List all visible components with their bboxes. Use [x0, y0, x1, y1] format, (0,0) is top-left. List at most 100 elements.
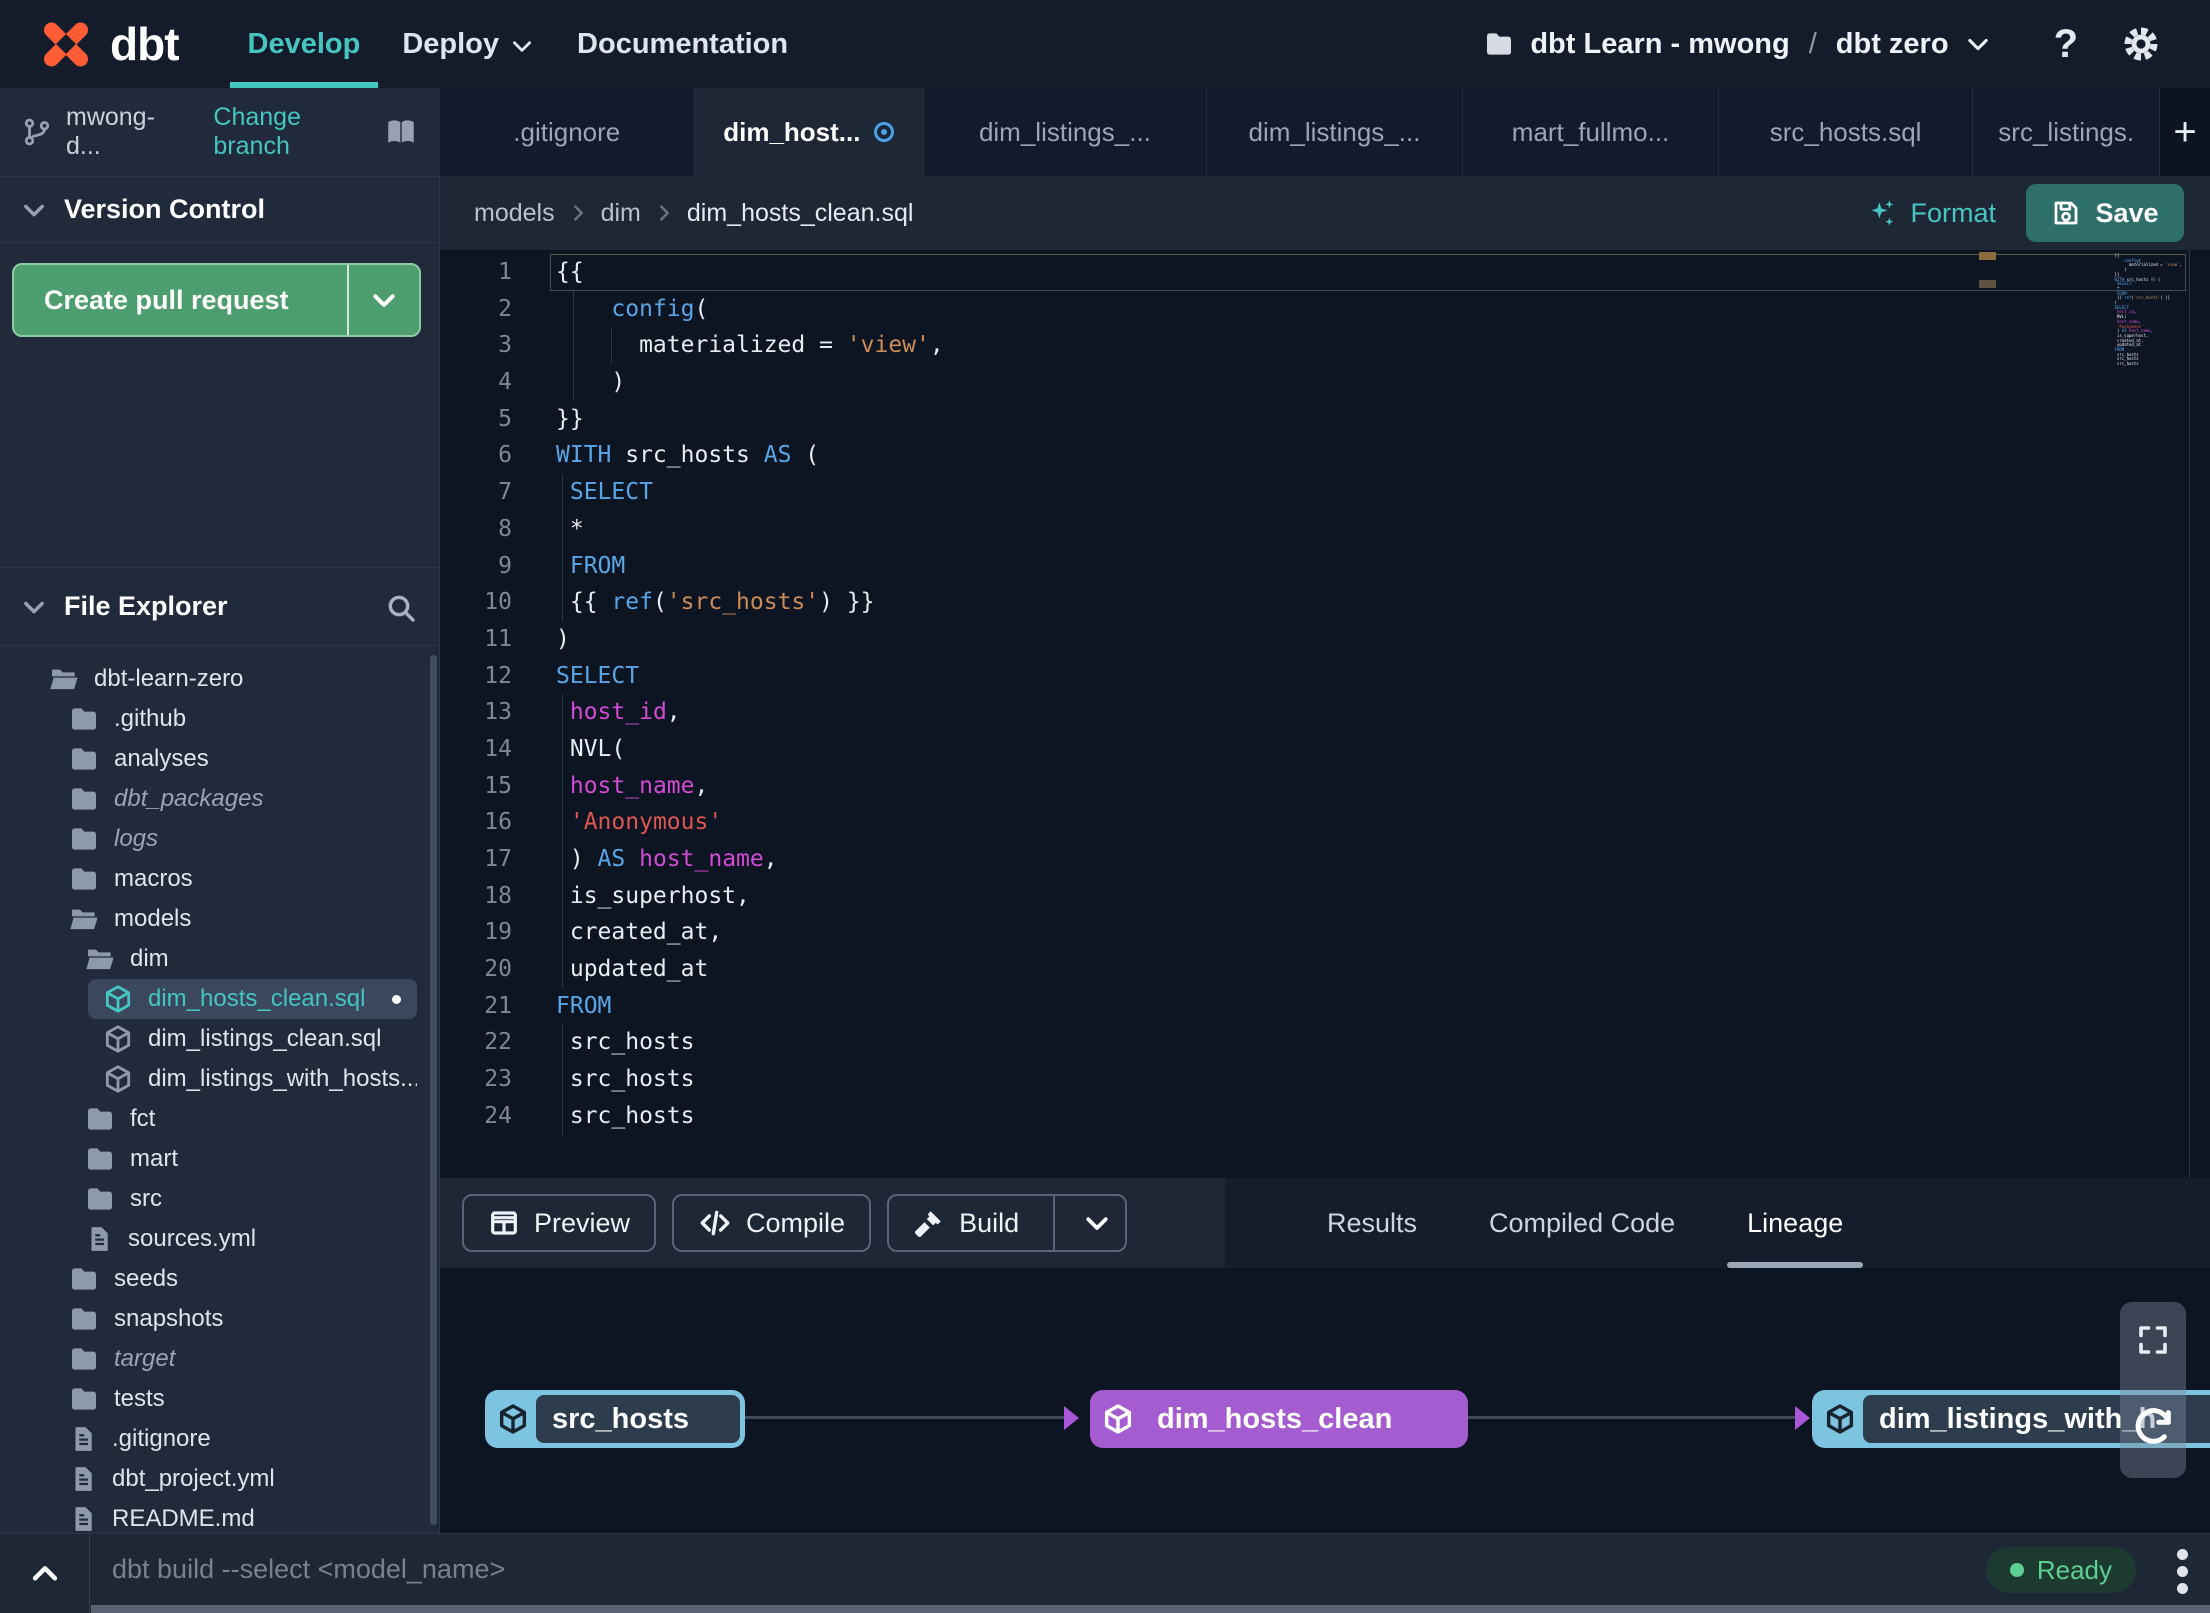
create-pull-request-label: Create pull request [44, 284, 289, 315]
code-line-8: 8 * [440, 510, 2210, 548]
folder-open-icon [48, 663, 80, 695]
format-label: Format [1910, 197, 1996, 228]
tree-item-readme-md[interactable]: README.md [0, 1499, 439, 1533]
horizontal-scrollbar[interactable] [91, 1605, 2210, 1613]
lineage-canvas[interactable]: src_hosts dim_hosts_clean dim_listings_wit… [440, 1268, 2210, 1533]
tree-item-dbt-project-yml[interactable]: dbt_project.yml [0, 1459, 439, 1499]
version-control-header[interactable]: Version Control [0, 177, 439, 243]
file-explorer-header[interactable]: File Explorer [0, 567, 439, 646]
book-icon[interactable] [384, 115, 418, 149]
line-number: 4 [498, 369, 512, 396]
tree-item-dim-listings-with-hosts[interactable]: dim_listings_with_hosts... [0, 1059, 439, 1099]
save-icon [2051, 198, 2081, 228]
chevron-right-icon [567, 202, 589, 224]
folder-icon [68, 1343, 100, 1375]
lineage-node-dim-hosts-clean[interactable]: dim_hosts_clean [1090, 1390, 1468, 1448]
tab-mart-fullmo[interactable]: mart_fullmo... [1463, 88, 1719, 176]
lineage-node-src-hosts[interactable]: src_hosts [485, 1390, 745, 1448]
nav-develop[interactable]: Develop [227, 0, 382, 88]
compile-button[interactable]: Compile [672, 1194, 872, 1252]
nav-documentation[interactable]: Documentation [556, 0, 809, 88]
build-button[interactable]: Build [887, 1194, 1128, 1252]
new-tab-button[interactable]: + [2160, 88, 2210, 176]
create-pull-request-button[interactable]: Create pull request [12, 263, 421, 337]
tab-dim-listings[interactable]: dim_listings_... [1206, 88, 1464, 176]
tree-item-sources-yml[interactable]: sources.yml [0, 1219, 439, 1259]
tree-item-dim[interactable]: dim [0, 939, 439, 979]
folder-icon [68, 1303, 100, 1335]
tab-lineage[interactable]: Lineage [1711, 1178, 1879, 1268]
action-buttons: Preview Compile Build [440, 1178, 1225, 1268]
file-icon [68, 1464, 98, 1494]
tree-item-fct[interactable]: fct [0, 1099, 439, 1139]
help-icon[interactable]: ? [2054, 22, 2078, 67]
tree-item-label: dim [130, 945, 169, 972]
tree-item-analyses[interactable]: analyses [0, 739, 439, 779]
search-icon[interactable] [385, 592, 417, 624]
tree-item-macros[interactable]: macros [0, 859, 439, 899]
code-line-3: 3 materialized = 'view', [440, 327, 2210, 365]
model-icon [102, 1023, 134, 1055]
tree-item-tests[interactable]: tests [0, 1379, 439, 1419]
status-label: Ready [2036, 1554, 2112, 1585]
tab-src-hosts-sql[interactable]: src_hosts.sql [1718, 88, 1974, 176]
tree-item-label: dbt_project.yml [112, 1465, 275, 1492]
code-editor[interactable]: 1{{2 config(3 materialized = 'view', 4 ) 5… [440, 250, 2210, 1178]
tree-item-label: fct [130, 1105, 156, 1132]
code-icon [698, 1206, 732, 1240]
tree-item-src[interactable]: src [0, 1179, 439, 1219]
tree-item-dim-hosts-clean-sql[interactable]: dim_hosts_clean.sql [0, 979, 439, 1019]
command-panel-toggle[interactable] [0, 1534, 90, 1613]
line-number: 15 [484, 772, 512, 799]
sparkles-icon [1866, 197, 1898, 229]
tree-item-models[interactable]: models [0, 899, 439, 939]
tree-item-dbt-learn-zero[interactable]: dbt-learn-zero [0, 659, 439, 699]
status-badge[interactable]: Ready [1985, 1547, 2136, 1593]
branch-bar: mwong-d... Change branch [0, 88, 440, 176]
tab-compiled-code[interactable]: Compiled Code [1453, 1178, 1711, 1268]
code-line-9: 9 FROM [440, 547, 2210, 585]
preview-button[interactable]: Preview [462, 1194, 657, 1252]
dbt-logo[interactable]: dbt [36, 14, 180, 74]
tab-dim-host[interactable]: dim_host... [694, 88, 925, 176]
format-button[interactable]: Format [1866, 197, 1996, 229]
tab-gitignore[interactable]: .gitignore [440, 88, 695, 176]
save-button[interactable]: Save [2026, 184, 2184, 242]
chevron-down-icon [20, 593, 48, 621]
editor-scrollbar[interactable] [2189, 250, 2190, 1178]
nav-deploy[interactable]: Deploy [381, 0, 556, 88]
tree-item-github[interactable]: .github [0, 699, 439, 739]
tab-label: dim_listings_... [1248, 116, 1421, 147]
tree-item-label: models [114, 905, 192, 932]
gear-icon[interactable] [2122, 25, 2160, 63]
tree-item-target[interactable]: target [0, 1339, 439, 1379]
fullscreen-icon[interactable] [2135, 1322, 2171, 1358]
tree-item-logs[interactable]: logs [0, 819, 439, 859]
tree-item-label: analyses [114, 745, 209, 772]
tab-dim-listings[interactable]: dim_listings_... [924, 88, 1207, 176]
preview-label: Preview [534, 1207, 631, 1238]
editor-minimap[interactable]: {{ config( materialized = 'view', )}} WIT… [2115, 253, 2182, 367]
command-input[interactable]: dbt build --select <model_name> [112, 1534, 505, 1605]
tree-item-label: macros [114, 865, 193, 892]
tree-item-snapshots[interactable]: snapshots [0, 1299, 439, 1339]
file-tree-scrollbar[interactable] [430, 655, 437, 1525]
tree-item-seeds[interactable]: seeds [0, 1259, 439, 1299]
build-options-button[interactable] [1069, 1208, 1125, 1238]
code-line-21: 21 FROM [440, 988, 2210, 1025]
tab-results[interactable]: Results [1291, 1178, 1453, 1268]
save-label: Save [2095, 197, 2159, 228]
line-number: 6 [498, 442, 512, 469]
change-branch-link[interactable]: Change branch [213, 103, 384, 161]
kebab-menu-icon[interactable] [2177, 1549, 2188, 1594]
pull-request-options-button[interactable] [347, 265, 419, 335]
tab-src-listings[interactable]: src_listings. [1973, 88, 2161, 176]
tree-item-dim-listings-clean-sql[interactable]: dim_listings_clean.sql [0, 1019, 439, 1059]
tree-item-gitignore[interactable]: .gitignore [0, 1419, 439, 1459]
project-picker[interactable]: dbt Learn - mwong / dbt zero [1483, 28, 1991, 61]
tree-item-dbt-packages[interactable]: dbt_packages [0, 779, 439, 819]
tree-item-mart[interactable]: mart [0, 1139, 439, 1179]
reload-icon[interactable] [2130, 1404, 2176, 1450]
table-icon [488, 1207, 520, 1239]
tab-label: dim_host... [723, 116, 861, 147]
